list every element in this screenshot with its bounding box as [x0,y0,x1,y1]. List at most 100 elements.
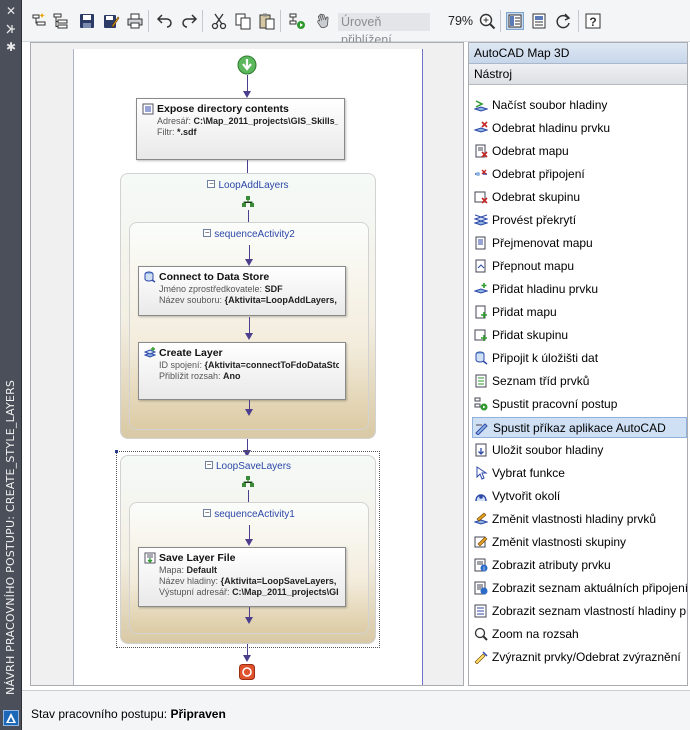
activity-expose-directory[interactable]: Expose directory contents Adresář: C:\Ma… [136,98,345,160]
paste-icon[interactable] [258,12,276,30]
palette-item[interactable]: Načíst soubor hladiny [472,95,687,116]
palette-item[interactable]: Odebrat připojení [472,164,687,185]
container-label[interactable]: − sequenceActivity1 [130,509,368,520]
help-icon[interactable]: ? [584,12,602,30]
palette-item-icon [473,512,489,526]
collapse-icon[interactable]: − [204,461,213,470]
sequence-activity-2-container[interactable]: − sequenceActivity2 Connect to Data Store… [129,222,369,430]
collapse-icon[interactable]: − [203,229,212,238]
palette-item[interactable]: Připojit k úložišti dat [472,348,687,369]
zoom-percentage[interactable]: 79% [448,14,473,28]
property-value: SDF [264,284,283,294]
property-label: Jméno zprostředkovatele: [159,284,263,294]
activity-title: Connect to Data Store [159,271,270,283]
palette-item[interactable]: Přidat skupinu [472,325,687,346]
palette-item[interactable]: Změnit vlastnosti hladiny prvků [472,509,687,530]
activity-icon [144,271,156,283]
print-icon[interactable] [126,12,144,30]
collapse-icon[interactable]: − [203,509,212,518]
palette-item[interactable]: Zobrazit seznam aktuálních připojení [472,578,687,599]
start-node-icon[interactable] [237,55,257,75]
zoom-icon[interactable] [478,12,496,30]
loop-add-layers-container[interactable]: − LoopAddLayers − sequenceActivity2 Connec… [120,173,376,439]
palette-item[interactable]: Odebrat hladinu prvku [472,118,687,139]
palette-item[interactable]: Spustit pracovní postup [472,394,687,415]
palette-item-icon [474,305,488,319]
sequence-activity-1-container[interactable]: − sequenceActivity1 Save Layer File Mapa:… [129,502,369,634]
palette-item[interactable]: Zvýraznit prvky/Odebrat zvýraznění [472,647,687,668]
loop-save-layers-container[interactable]: − LoopSaveLayers − sequenceActivity1 Save … [120,455,376,644]
palette-item[interactable]: Uložit soubor hladiny [472,440,687,461]
palette-item[interactable]: Přidat hladinu prvku [472,279,687,300]
palette-item[interactable]: Vytvořit okolí [472,486,687,507]
activity-connect-data-store[interactable]: Connect to Data Store Jméno zprostředkov… [138,266,346,316]
status-value: Připraven [170,707,226,721]
palette-item[interactable]: Přejmenovat mapu [472,233,687,254]
close-icon[interactable]: ✕ [4,4,18,18]
palette-item-icon [474,144,488,158]
undo-icon[interactable] [156,12,174,30]
container-label[interactable]: − LoopAddLayers [121,180,375,191]
palette-item[interactable]: Změnit vlastnosti skupiny [472,532,687,553]
palette-item-label: Odebrat mapu [492,144,569,158]
palette-item[interactable]: Přidat mapu [472,302,687,323]
copy-icon[interactable] [234,12,252,30]
palette-item-icon [474,443,488,457]
toggle-view-icon[interactable] [506,12,524,30]
workflow-status: Stav pracovního postupu: Připraven [31,707,226,721]
palette-item-label: Uložit soubor hladiny [492,443,604,457]
palette-item-label: Přepnout mapu [492,259,575,273]
activity-create-layer[interactable]: Create Layer ID spojení: {Aktivita=conne… [138,342,346,400]
workflow-structure-icon[interactable] [52,12,70,30]
new-workflow-icon[interactable] [30,12,48,30]
palette-item[interactable]: i Zobrazit atributy prvku [472,555,687,576]
refresh-icon[interactable] [554,12,572,30]
palette-item[interactable]: Odebrat skupinu [472,187,687,208]
palette-item[interactable]: Vybrat funkce [472,463,687,484]
property-value: *.sdf [177,127,197,137]
palette-item[interactable]: Provést překrytí [472,210,687,231]
palette-item[interactable]: Zoom na rozsah [472,624,687,645]
pan-hand-icon[interactable] [314,12,332,30]
status-label: Stav pracovního postupu: [31,707,168,721]
workflow-canvas[interactable]: Expose directory contents Adresář: C:\Ma… [73,49,423,685]
palette-item-label: Odebrat hladinu prvku [492,121,611,135]
save-icon[interactable] [78,12,96,30]
palette-item[interactable]: Odebrat mapu [472,141,687,162]
property-value: {Aktivita=connectToFdoDataSto... [204,360,339,370]
property-label: Filtr: [157,127,175,137]
palette-item[interactable]: Přepnout mapu [472,256,687,277]
save-as-icon[interactable] [102,12,120,30]
palette-item-label: Zvýraznit prvky/Odebrat zvýraznění [492,650,681,664]
status-bar: Stav pracovního postupu: Připraven [22,690,690,730]
palette-item[interactable]: Seznam tříd prvků [472,371,687,392]
palette-header[interactable]: AutoCAD Map 3D [469,43,687,64]
properties-icon[interactable]: ✱ [4,40,18,54]
container-label[interactable]: − LoopSaveLayers [121,461,375,472]
palette-subheader[interactable]: Nástroj [469,64,687,85]
palette-item-icon [474,397,488,411]
palette-item-label: Zobrazit seznam aktuálních připojení [492,581,687,595]
container-label[interactable]: − sequenceActivity2 [130,229,368,240]
workflow-designer-area[interactable]: Expose directory contents Adresář: C:\Ma… [30,42,464,686]
palette-item-icon [474,466,488,480]
palette-item-label: Spustit pracovní postup [492,397,618,411]
palette-item-label: Zobrazit seznam vlastností hladiny prvku [492,604,687,618]
palette-item-label: Připojit k úložišti dat [492,351,599,365]
auto-hide-icon[interactable] [4,22,18,36]
autocad-logo-icon[interactable] [3,710,19,726]
end-node-icon[interactable] [239,664,255,680]
toolbar: Úroveň přiblížení 79% ? [22,0,690,47]
activity-save-layer-file[interactable]: Save Layer File Mapa: Default Název hlad… [138,547,346,607]
properties-panel-icon[interactable] [530,12,548,30]
palette-item[interactable]: Spustit příkaz aplikace AutoCAD [472,417,687,438]
cut-icon[interactable] [210,12,228,30]
run-workflow-icon[interactable] [288,12,306,30]
palette-item[interactable]: Zobrazit seznam vlastností hladiny prvku [472,601,687,622]
redo-icon[interactable] [180,12,198,30]
collapse-icon[interactable]: − [207,180,216,189]
property-label: Název souboru: [159,295,223,305]
window-title-bar: ✕ ✱ NÁVRH PRACOVNÍHO POSTUPU: CREATE_STY… [0,0,22,730]
palette-item-label: Spustit příkaz aplikace AutoCAD [493,421,666,435]
property-label: Mapa: [159,565,185,575]
